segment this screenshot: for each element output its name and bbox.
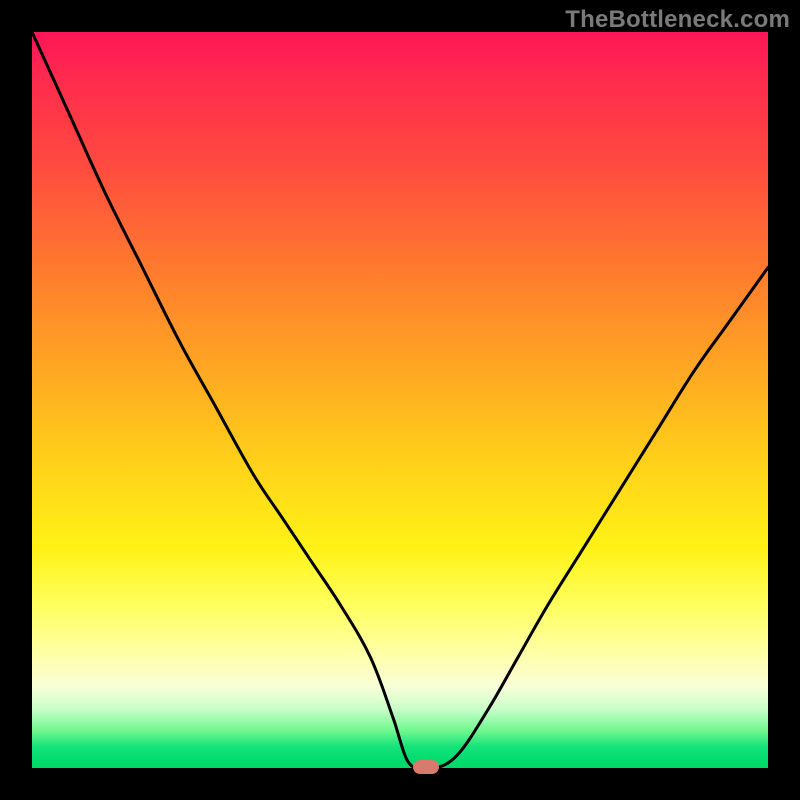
optimal-point-marker xyxy=(413,760,439,774)
bottleneck-curve xyxy=(32,32,768,770)
curve-svg xyxy=(32,32,768,768)
watermark-text: TheBottleneck.com xyxy=(565,6,790,34)
plot-area xyxy=(32,32,768,768)
chart-frame: TheBottleneck.com xyxy=(0,0,800,800)
